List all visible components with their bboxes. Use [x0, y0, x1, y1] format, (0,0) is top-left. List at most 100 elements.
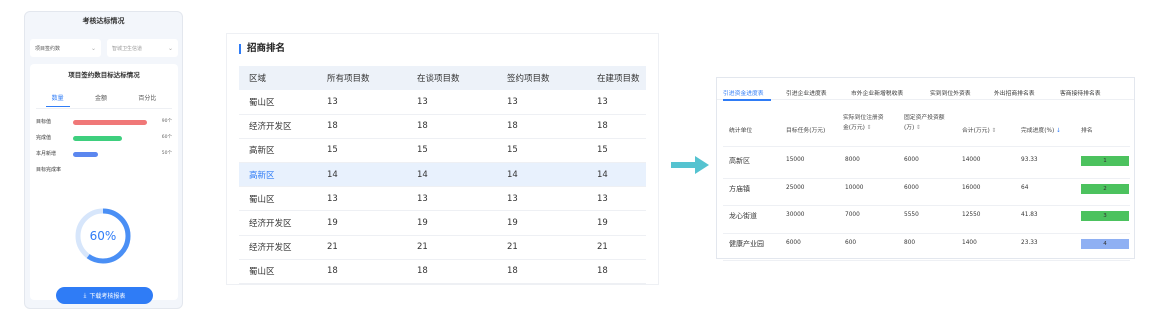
- region-select[interactable]: 智城卫生信道 ⌄: [107, 39, 178, 57]
- cell-count: 13: [587, 186, 646, 212]
- chevron-down-icon: ⌄: [167, 44, 173, 52]
- col-header-progress[interactable]: 完成进度(%) ↓: [1021, 125, 1061, 134]
- cell-fixed: 5550: [904, 212, 919, 218]
- arrow-right-icon: [671, 156, 709, 174]
- tab-divider: [36, 108, 172, 109]
- col-header-fixed[interactable]: 固定资产投资额 (万) ⇕: [904, 114, 945, 133]
- tab-quantity[interactable]: 数量: [45, 93, 70, 107]
- tab-investment-progress[interactable]: 引进资金进度表: [723, 88, 764, 97]
- metric-label: 完成值: [36, 135, 52, 141]
- cell-count: 13: [407, 186, 497, 212]
- cell-unit: 龙心街道: [729, 212, 757, 220]
- cell-count: 21: [317, 235, 407, 260]
- sort-icon[interactable]: ⇕: [992, 128, 997, 134]
- report-tabs: 引进资金进度表 引进企业进度表 市外企业新增税收表 实到到位外资表 外出招商排名…: [717, 78, 1134, 101]
- table-row[interactable]: 高新区 15 15 15 15: [239, 138, 646, 164]
- col-header-fixed-line2: (万): [904, 124, 915, 131]
- header-divider: [723, 146, 1130, 147]
- metric-select[interactable]: 项目签约数 ⌄: [30, 39, 101, 57]
- cell-count: 18: [497, 114, 587, 139]
- tab-foreign-capital[interactable]: 实到到位外资表: [930, 88, 971, 97]
- cell-count: 13: [317, 186, 407, 212]
- col-header-total[interactable]: 合计(万元) ⇕: [962, 125, 996, 134]
- cell-target: 15000: [786, 157, 805, 163]
- cell-target: 30000: [786, 212, 805, 218]
- metric-bar: [73, 119, 147, 125]
- cell-count: 21: [407, 235, 497, 260]
- cell-total: 16000: [962, 184, 981, 191]
- target-card: 项目签约数目标达标情况 数量 金额 百分比 目标值 90个 完成值 60个 本月…: [30, 64, 178, 300]
- tab-outbound-ranking[interactable]: 外出招商排名表: [994, 88, 1035, 97]
- tab-visitor-ranking[interactable]: 客商接待排名表: [1060, 88, 1101, 97]
- cell-count: 19: [407, 210, 497, 236]
- cell-count: 19: [317, 210, 407, 236]
- sort-desc-icon[interactable]: ↓: [1056, 128, 1061, 134]
- cell-region: 蜀山区: [239, 259, 317, 285]
- cell-progress: 93.33: [1021, 157, 1038, 163]
- col-header-fixed-line1: 固定资产投资额: [904, 115, 945, 121]
- ranking-panel: 招商排名 区域 所有项目数 在谈项目数 签约项目数 在建项目数 蜀山区 13 13 1…: [226, 33, 659, 285]
- active-tab-indicator: [723, 99, 771, 101]
- table-row[interactable]: 高新区 14 14 14 14: [239, 162, 646, 188]
- cell-registered: 600: [845, 239, 857, 246]
- metric-label: 本月新增: [36, 151, 57, 157]
- table-row[interactable]: 经济开发区 19 19 19 19: [239, 210, 646, 236]
- tab-amount[interactable]: 金额: [95, 93, 107, 107]
- cell-fixed: 800: [904, 239, 916, 246]
- row-divider: [723, 205, 1130, 206]
- ranking-title: 招商排名: [239, 44, 285, 54]
- metric-row-new: 本月新增 50个: [36, 150, 172, 158]
- page-title: 考核达标情况: [82, 17, 125, 25]
- table-row[interactable]: 经济开发区 21 21 21 21: [239, 235, 646, 260]
- col-header-registered-line1: 实际到位注册资: [843, 115, 884, 121]
- col-header-registered[interactable]: 实际到位注册资 金(万元) ⇕: [843, 114, 884, 133]
- metric-row-target: 目标值 90个: [36, 118, 172, 126]
- table-row[interactable]: 蜀山区 13 13 13 13: [239, 186, 646, 212]
- download-report-button[interactable]: ⤓ 下载考核报表: [56, 287, 153, 304]
- row-divider: [723, 177, 1130, 179]
- metric-bar: [73, 135, 123, 141]
- table-header-row: 区域 所有项目数 在谈项目数 签约项目数 在建项目数: [239, 66, 646, 90]
- cell-count: 18: [317, 259, 407, 285]
- cell-region: 蜀山区: [239, 90, 317, 115]
- table-row[interactable]: 蜀山区 18 18 18 18: [239, 259, 646, 285]
- cell-registered: 7000: [845, 212, 860, 218]
- rank-badge: 1: [1081, 156, 1129, 166]
- cell-count: 15: [407, 138, 497, 164]
- cell-count: 19: [587, 210, 646, 236]
- chevron-down-icon: ⌄: [90, 44, 96, 52]
- completion-percent: 60%: [90, 229, 117, 243]
- cell-region: 经济开发区: [239, 235, 317, 260]
- region-select-value: 智城卫生信道: [112, 45, 143, 52]
- table-row[interactable]: 经济开发区 18 18 18 18: [239, 114, 646, 139]
- table-row[interactable]: 蜀山区 13 13 13 13: [239, 90, 646, 115]
- cell-count: 19: [497, 210, 587, 236]
- rank-badge: 3: [1081, 211, 1129, 221]
- report-panel: 引进资金进度表 引进企业进度表 市外企业新增税收表 实到到位外资表 外出招商排名…: [716, 77, 1135, 261]
- tab-enterprise-progress[interactable]: 引进企业进度表: [786, 88, 827, 97]
- card-title: 项目签约数目标达标情况: [68, 71, 140, 79]
- cell-region: 高新区: [239, 162, 317, 188]
- col-header-unit: 统计单位: [729, 128, 753, 134]
- header-negotiating: 在谈项目数: [407, 66, 497, 90]
- sort-icon[interactable]: ⇕: [916, 125, 921, 131]
- cell-target: 6000: [786, 239, 801, 246]
- cell-region: 蜀山区: [239, 186, 317, 212]
- cell-count: 13: [407, 90, 497, 115]
- col-header-progress-label: 完成进度(%): [1021, 128, 1055, 134]
- tab-percent[interactable]: 百分比: [138, 93, 156, 107]
- completion-label-row: 目标完成率: [36, 166, 172, 174]
- download-icon: ⤓: [83, 291, 87, 299]
- rank-badge: 2: [1081, 183, 1129, 194]
- completion-ring: 60%: [75, 208, 131, 264]
- cell-count: 15: [497, 138, 587, 164]
- download-label: 下载考核报表: [89, 293, 126, 300]
- col-header-total-label: 合计(万元): [962, 128, 990, 134]
- cell-fixed: 6000: [904, 184, 919, 191]
- cell-target: 25000: [786, 184, 805, 191]
- cell-count: 18: [407, 259, 497, 285]
- sort-icon[interactable]: ⇕: [867, 125, 872, 131]
- tab-tax-new[interactable]: 市外企业新增税收表: [851, 88, 903, 97]
- metric-value: 50个: [161, 151, 172, 156]
- cell-region: 经济开发区: [239, 114, 317, 139]
